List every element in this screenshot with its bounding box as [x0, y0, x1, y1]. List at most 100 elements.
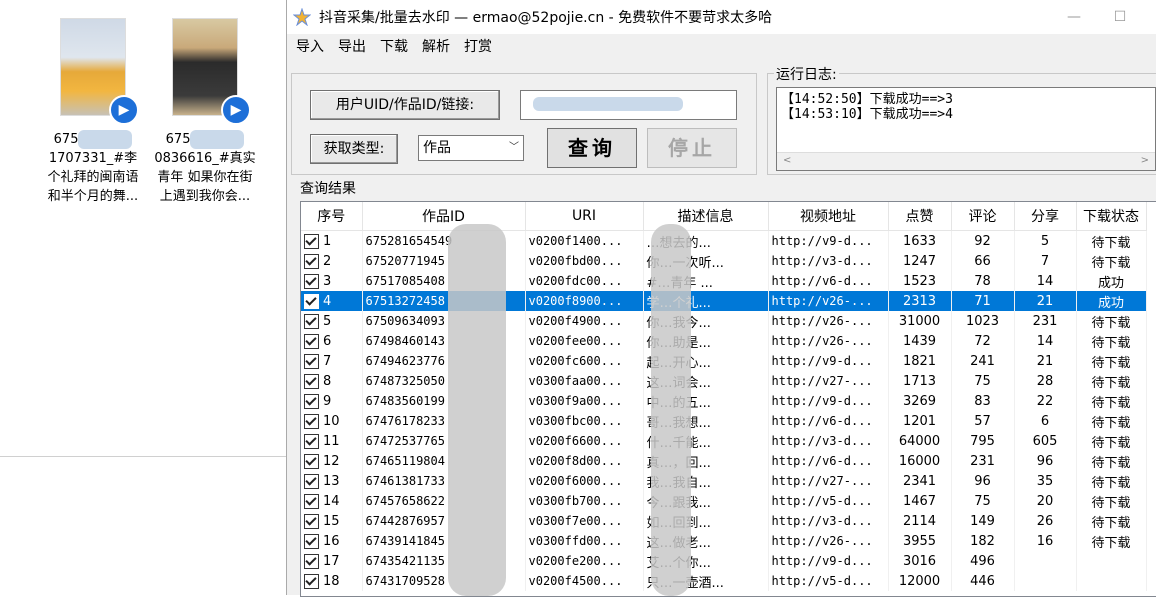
menu-download[interactable]: 下载 — [373, 36, 415, 56]
uid-input[interactable] — [520, 90, 737, 120]
row-index: 6 — [323, 333, 332, 349]
row-checkbox[interactable] — [304, 513, 319, 529]
maximize-button[interactable]: ☐ — [1097, 0, 1143, 34]
query-button[interactable]: 查询 — [547, 128, 637, 168]
row-index: 1 — [323, 233, 332, 249]
row-checkbox[interactable] — [304, 473, 319, 489]
cell-uri: v0200fdc00... — [525, 271, 644, 291]
table-row[interactable]: 667498460143v0200fee00...你…助是...http://v… — [301, 331, 1147, 351]
cell-download-status: 待下载 — [1076, 451, 1147, 471]
cell-likes: 64000 — [888, 431, 952, 451]
row-checkbox[interactable] — [304, 253, 319, 269]
col-header-work-id[interactable]: 作品ID — [362, 202, 526, 231]
cell-video-url: http://v9-d... — [768, 391, 889, 411]
menu-parse[interactable]: 解析 — [415, 36, 457, 56]
row-checkbox[interactable] — [304, 273, 319, 289]
table-row[interactable]: 367517085408v0200fdc00...#…青年 ...http://… — [301, 271, 1147, 291]
results-table[interactable]: 序号 作品ID URI 描述信息 视频地址 点赞 评论 分享 下载状态 1 675… — [300, 201, 1156, 597]
row-checkbox[interactable] — [304, 393, 319, 409]
table-row[interactable]: 1767435421135v0200fe200...艾…个你...http://… — [301, 551, 1147, 571]
log-textbox[interactable]: 【14:52:50】下载成功==>3 【14:53:10】下载成功==>4 < … — [776, 87, 1156, 171]
row-checkbox[interactable] — [304, 533, 319, 549]
stop-button[interactable]: 停止 — [647, 128, 737, 168]
desktop-file-2[interactable]: ▶ 675xxxxxxx 0836616_#真实 青年 如果你在街 上遇到我你会… — [140, 18, 270, 206]
cell-comments: 446 — [951, 571, 1015, 591]
row-checkbox[interactable] — [304, 573, 319, 589]
cell-shares: 20 — [1014, 491, 1077, 511]
row-checkbox[interactable] — [304, 333, 319, 349]
table-row[interactable]: 567509634093v0200f4900...你…我今...http://v… — [301, 311, 1147, 331]
cell-index: 1 — [301, 230, 363, 251]
col-header-index[interactable]: 序号 — [301, 202, 363, 231]
cell-comments: 66 — [951, 251, 1015, 271]
table-row[interactable]: 1467457658622v0300fb700...今…跟我...http://… — [301, 491, 1147, 511]
table-row[interactable]: 1867431709528v0200f4500...只…一壶酒...http:/… — [301, 571, 1147, 591]
row-checkbox[interactable] — [304, 293, 319, 309]
desktop-file-1[interactable]: ▶ 675xxxxxxx 1707331_#李 个礼拜的闽南语 和半个月的舞..… — [28, 18, 158, 206]
table-row[interactable]: 1567442876957v0300f7e00...如…回到...http://… — [301, 511, 1147, 531]
results-grid: 序号 作品ID URI 描述信息 视频地址 点赞 评论 分享 下载状态 1 675… — [301, 202, 1147, 591]
row-checkbox[interactable] — [304, 453, 319, 469]
menu-bar: 导入 导出 下载 解析 打赏 — [287, 34, 1156, 58]
table-row[interactable]: 1167472537765v0200f6600...什…千能...http://… — [301, 431, 1147, 451]
cell-download-status: 待下载 — [1076, 251, 1147, 271]
cell-video-url: http://v26-... — [768, 311, 889, 331]
cell-comments: 496 — [951, 551, 1015, 571]
cell-uri: v0300faa00... — [525, 371, 644, 391]
minimize-button[interactable]: — — [1051, 0, 1097, 34]
log-horizontal-scrollbar[interactable]: < > — [777, 152, 1155, 170]
scroll-right-icon[interactable]: > — [1141, 155, 1149, 166]
col-header-shares[interactable]: 分享 — [1014, 202, 1077, 231]
row-index: 7 — [323, 353, 332, 369]
table-row[interactable]: 1067476178233v0300fbc00...哥…我想...http://… — [301, 411, 1147, 431]
col-header-comments[interactable]: 评论 — [951, 202, 1015, 231]
file-name: 675xxxxxxx 1707331_#李 个礼拜的闽南语 和半个月的舞... — [47, 130, 139, 204]
cell-shares: 231 — [1014, 311, 1077, 331]
row-checkbox[interactable] — [304, 373, 319, 389]
col-header-download-status[interactable]: 下载状态 — [1076, 202, 1147, 231]
table-header: 序号 作品ID URI 描述信息 视频地址 点赞 评论 分享 下载状态 — [301, 202, 1147, 231]
uid-label: 用户UID/作品ID/链接: — [310, 90, 500, 120]
cell-download-status — [1076, 571, 1147, 591]
row-checkbox[interactable] — [304, 553, 319, 569]
table-row[interactable]: 867487325050v0300faa00...这…词会...http://v… — [301, 371, 1147, 391]
menu-import[interactable]: 导入 — [289, 36, 331, 56]
table-row[interactable]: 1267465119804v0200f8d00...真…，回...http://… — [301, 451, 1147, 471]
row-index: 15 — [323, 513, 340, 529]
col-header-uri[interactable]: URI — [525, 202, 644, 231]
window-title: 抖音采集/批量去水印 — ermao@52pojie.cn - 免费软件不要苛求… — [319, 10, 773, 26]
cell-comments: 241 — [951, 351, 1015, 371]
cell-comments: 57 — [951, 411, 1015, 431]
col-header-video-url[interactable]: 视频地址 — [768, 202, 889, 231]
cell-index: 12 — [301, 451, 363, 471]
row-checkbox[interactable] — [304, 233, 319, 249]
menu-donate[interactable]: 打赏 — [457, 36, 499, 56]
col-header-likes[interactable]: 点赞 — [888, 202, 952, 231]
type-select[interactable]: 作品 ﹀ — [418, 135, 524, 161]
table-row[interactable]: 767494623776v0200fc600...起…开心...http://v… — [301, 351, 1147, 371]
cell-likes: 3955 — [888, 531, 952, 551]
row-checkbox[interactable] — [304, 353, 319, 369]
row-checkbox[interactable] — [304, 413, 319, 429]
cell-likes: 1713 — [888, 371, 952, 391]
row-checkbox[interactable] — [304, 493, 319, 509]
row-checkbox[interactable] — [304, 313, 319, 329]
cell-shares: 5 — [1014, 230, 1077, 251]
table-row[interactable]: 267520771945v0200fbd00...你…一次听...http://… — [301, 251, 1147, 271]
title-bar[interactable]: 抖音采集/批量去水印 — ermao@52pojie.cn - 免费软件不要苛求… — [287, 0, 1156, 34]
table-row[interactable]: 1367461381733v0200f6000...我…我自...http://… — [301, 471, 1147, 491]
row-checkbox[interactable] — [304, 433, 319, 449]
scroll-left-icon[interactable]: < — [783, 155, 791, 166]
cell-uri: v0300f7e00... — [525, 511, 644, 531]
table-row[interactable]: 1675281654549v0200f1400...…想去的...http://… — [301, 230, 1147, 251]
cell-uri: v0200fbd00... — [525, 251, 644, 271]
cell-video-url: http://v5-d... — [768, 491, 889, 511]
menu-export[interactable]: 导出 — [331, 36, 373, 56]
table-row[interactable]: 467513272458v0200f8900...学…个礼...http://v… — [301, 291, 1147, 311]
cell-download-status: 待下载 — [1076, 411, 1147, 431]
cell-shares: 28 — [1014, 371, 1077, 391]
table-row[interactable]: 1667439141845v0300ffd00...这…做老...http://… — [301, 531, 1147, 551]
row-index: 17 — [323, 553, 340, 569]
table-row[interactable]: 967483560199v0300f9a00...中…的五...http://v… — [301, 391, 1147, 411]
cell-shares: 16 — [1014, 531, 1077, 551]
